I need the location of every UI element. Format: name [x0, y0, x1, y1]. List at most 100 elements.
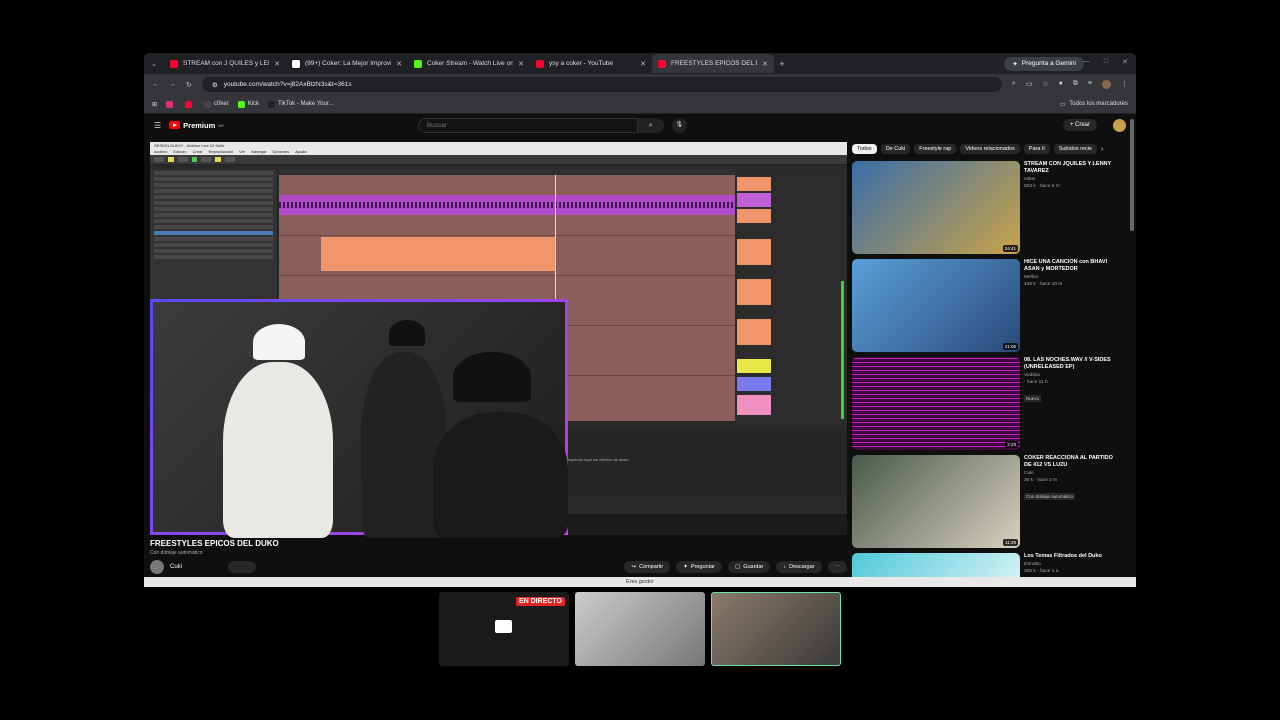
create-button[interactable]: + Crear	[1062, 119, 1097, 131]
zoom-icon[interactable]: ⌕	[1012, 80, 1016, 89]
minimize-icon[interactable]: —	[1083, 58, 1090, 66]
browser-tab[interactable]: (99+) Coker: La Mejor Improvis ✕	[286, 54, 408, 73]
close-icon[interactable]: ✕	[1122, 58, 1128, 66]
recommendation-item[interactable]: 21:06 HICE UNA CANCION con BHAVI ASAN y …	[852, 259, 1122, 352]
url-field[interactable]: ⚙ youtube.com/watch?v=j82AxBtzN3s&t=361s	[201, 77, 1002, 92]
recommendation-item[interactable]: 24:41 STREAM CON JQUILES Y LENNY TAVAREZ…	[852, 161, 1122, 254]
tab-search-icon[interactable]: ⌄	[144, 60, 164, 68]
mixer-channel	[737, 377, 771, 391]
action-button[interactable]: ✦ Preguntar	[676, 561, 722, 573]
forward-icon[interactable]: →	[169, 81, 176, 88]
dubbing-label: Con doblaje automático	[150, 550, 203, 556]
rec-channel[interactable]: c0ker	[1024, 177, 1036, 182]
cam-3[interactable]	[711, 592, 841, 666]
rec-title[interactable]: HICE UNA CANCION con BHAVI ASAN y MORTED…	[1024, 259, 1120, 273]
bookmark-item[interactable]: Kick	[237, 100, 259, 108]
action-button[interactable]: ↓ Descargar	[776, 561, 822, 573]
tab-close-icon[interactable]: ✕	[762, 60, 768, 68]
video-thumbnail[interactable]: 2:29	[852, 357, 1020, 450]
filter-chip[interactable]: Todos	[852, 144, 877, 154]
youtube-logo[interactable]: Premium AR	[169, 121, 224, 130]
tab-title: Coker Stream - Watch Live on K	[427, 60, 514, 67]
apps-icon[interactable]: ⊞	[152, 101, 157, 108]
video-thumbnail[interactable]: 21:06	[852, 259, 1020, 352]
recommendation-item[interactable]: 2:29 08. LAS NOCHES.WAV // V-SIDES (UNRE…	[852, 357, 1122, 450]
cast-icon[interactable]: ▭	[1026, 80, 1033, 89]
rec-title[interactable]: COKER REACCIONA AL PARTIDO DE 412 VS LUZ…	[1024, 455, 1120, 469]
sidebar-icon[interactable]: ≡	[1088, 80, 1092, 89]
hamburger-icon[interactable]: ☰	[154, 121, 161, 130]
rec-badge: Con doblaje automático	[1024, 492, 1076, 500]
bookmark-item[interactable]: TikTok - Make Your...	[268, 100, 334, 108]
filter-chip[interactable]: Freestyle rap	[914, 144, 957, 154]
filter-chip[interactable]: Subidos recie	[1053, 144, 1098, 154]
filter-chip[interactable]: Videos relacionados	[960, 144, 1020, 154]
mixer-channel	[737, 209, 771, 223]
video-thumbnail[interactable]: 24:41	[852, 161, 1020, 254]
tab-close-icon[interactable]: ✕	[518, 60, 524, 68]
browser-tab[interactable]: STREAM con J QUILES y LENNY ✕	[164, 54, 286, 73]
rec-channel[interactable]: Mellon	[1024, 275, 1038, 280]
action-button[interactable]: ▢ Guardar	[727, 561, 771, 573]
bookmark-star-icon[interactable]: ☆	[1042, 80, 1048, 89]
cam-screen-share[interactable]: EN DIRECTO	[439, 592, 569, 666]
address-bar: ← → ↻ ⚙ youtube.com/watch?v=j82AxBtzN3s&…	[144, 74, 1136, 95]
browser-tab[interactable]: ysy a coker - YouTube ✕	[530, 54, 652, 73]
extension-icon[interactable]: ●	[1059, 80, 1063, 89]
bookmark-item[interactable]: c0ker	[204, 100, 229, 108]
browser-tab[interactable]: Coker Stream - Watch Live on K ✕	[408, 54, 530, 73]
more-actions-icon[interactable]: ⋯	[827, 561, 847, 573]
bookmark-item[interactable]	[185, 100, 195, 108]
rec-title[interactable]: 08. LAS NOCHES.WAV // V-SIDES (UNRELEASE…	[1024, 357, 1120, 371]
rec-title[interactable]: Los Temas Filtrados del Duko	[1024, 553, 1120, 560]
video-player[interactable]: SESION DUKO* - Ableton Live 12 Suite Arc…	[150, 142, 847, 538]
tab-close-icon[interactable]: ✕	[274, 60, 280, 68]
new-tab-button[interactable]: +	[774, 59, 790, 69]
action-button[interactable]: ↪ Compartir	[624, 561, 671, 573]
rec-channel[interactable]: Viabfan	[1024, 373, 1040, 378]
recommendations-sidebar: Todos De Cuki Freestyle rap Videos relacion…	[852, 142, 1122, 587]
duration-badge: 24:41	[1002, 245, 1018, 252]
mixer-channel	[737, 239, 771, 265]
mixer-channel	[737, 395, 771, 415]
rec-meta: 305 k · hace 1 a	[1024, 568, 1059, 574]
cam-2[interactable]	[575, 592, 705, 666]
channel-name[interactable]: Cuki	[170, 564, 182, 570]
filter-chip[interactable]: Para ti	[1023, 144, 1050, 154]
bookmark-item[interactable]	[166, 100, 176, 108]
page-scrollbar[interactable]	[1130, 119, 1134, 231]
action-label: Preguntar	[690, 564, 715, 570]
account-avatar[interactable]	[1113, 118, 1126, 132]
back-icon[interactable]: ←	[152, 81, 159, 88]
menu-icon[interactable]: ⋮	[1121, 80, 1128, 89]
bp-line	[154, 171, 273, 175]
browser-tab[interactable]: FREESTYLES EPICOS DEL DU ✕	[652, 54, 774, 73]
filter-chip[interactable]: De Cuki	[880, 144, 911, 154]
tb-item	[201, 157, 211, 162]
search-input[interactable]: Buscar	[417, 117, 638, 133]
daw-menu-item: Ayuda	[295, 149, 307, 154]
bp-line	[154, 225, 273, 229]
tab-bar: ⌄ STREAM con J QUILES y LENNY✕(99+) Coke…	[144, 53, 1136, 74]
tab-close-icon[interactable]: ✕	[396, 60, 402, 68]
site-info-icon[interactable]: ⚙	[212, 81, 218, 89]
live-badge: EN DIRECTO	[515, 597, 565, 606]
rec-channel[interactable]: Donobo	[1024, 562, 1041, 567]
all-bookmarks-label: Todos los marcadores	[1069, 101, 1128, 107]
subscribe-button[interactable]	[228, 561, 257, 573]
video-thumbnail[interactable]: 11:29	[852, 455, 1020, 548]
channel-avatar[interactable]	[150, 560, 164, 574]
chevron-right-icon[interactable]: ›	[1101, 146, 1103, 153]
puzzle-icon[interactable]: ⧉	[1073, 80, 1078, 89]
recommendation-item[interactable]: 11:29 COKER REACCIONA AL PARTIDO DE 412 …	[852, 455, 1122, 548]
rec-title[interactable]: STREAM CON JQUILES Y LENNY TAVAREZ	[1024, 161, 1120, 175]
reload-icon[interactable]: ↻	[186, 81, 192, 89]
maximize-icon[interactable]: □	[1104, 58, 1108, 66]
gemini-button[interactable]: ✦ Pregunta a Gemini	[1004, 56, 1084, 71]
rec-channel[interactable]: Cuki	[1024, 471, 1034, 476]
all-bookmarks[interactable]: ▭ Todos los marcadores	[1060, 101, 1128, 108]
mic-button[interactable]: 🎙	[671, 117, 687, 133]
profile-avatar[interactable]	[1102, 80, 1111, 89]
search-button[interactable]: ⌕	[637, 117, 664, 133]
tab-close-icon[interactable]: ✕	[640, 60, 646, 68]
